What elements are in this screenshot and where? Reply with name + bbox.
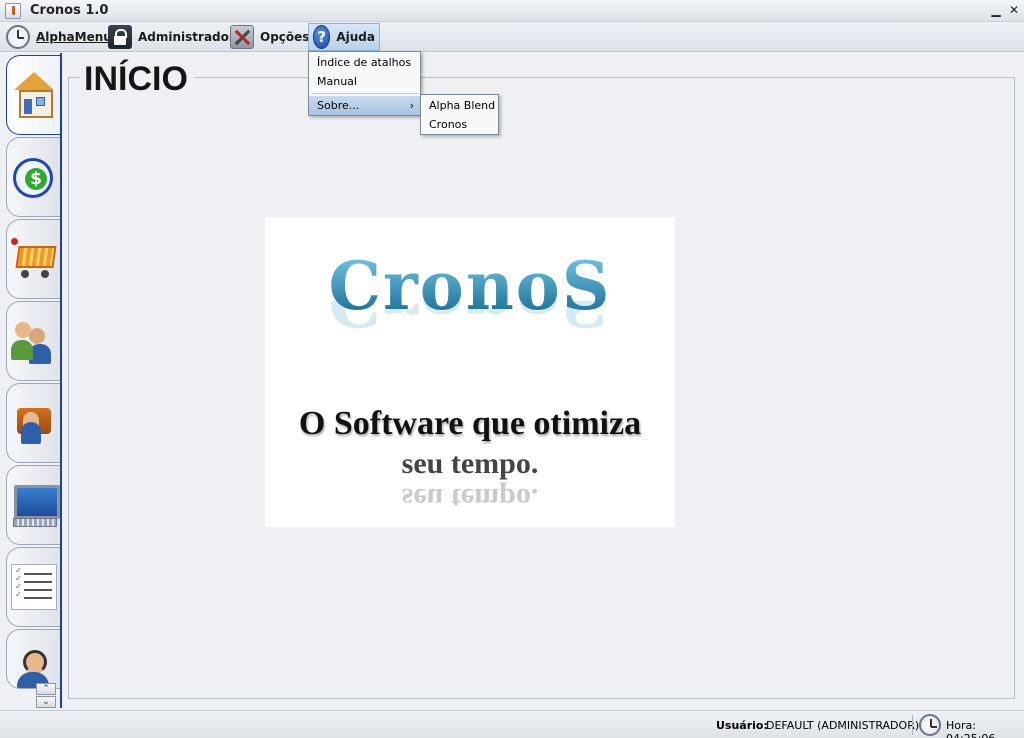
help-icon: ?: [313, 25, 331, 49]
module-tabs-panel: ⌃ ⌄: [0, 53, 62, 708]
menu-separator: [311, 93, 418, 94]
user-label: Usuário:: [716, 719, 768, 732]
menu-ajuda-label: Ajuda: [336, 30, 375, 44]
users-icon: [11, 318, 57, 364]
menu-opcoes[interactable]: Opções: [226, 23, 313, 51]
menu-item-alpha-blend[interactable]: Alpha Blend: [421, 96, 498, 115]
user-value: DEFAULT (ADMINISTRADOR): [766, 719, 920, 732]
about-submenu: Alpha Blend Cronos: [420, 94, 499, 135]
tab-home[interactable]: [6, 55, 60, 135]
tab-financeiro[interactable]: [6, 137, 60, 217]
menu-item-sobre-label: Sobre...: [317, 99, 360, 112]
title-bar: Cronos 1.0 ▁ ✕: [0, 0, 1024, 22]
tab-clientes[interactable]: [6, 301, 60, 381]
monitor-icon: [11, 482, 60, 528]
tab-tarefas[interactable]: [6, 547, 60, 627]
menu-item-indice-atalhos[interactable]: Índice de atalhos: [309, 53, 420, 72]
briefcase-user-icon: [11, 400, 57, 446]
menu-ajuda[interactable]: ? Ajuda: [308, 23, 380, 51]
menu-opcoes-label: Opções: [260, 30, 310, 44]
status-bar: Usuário: DEFAULT (ADMINISTRADOR) Hora: 0…: [0, 710, 1024, 738]
menu-alphamenu-label: AlphaMenu: [36, 30, 112, 44]
minimize-button[interactable]: ▁: [988, 2, 1004, 18]
clock-icon: [6, 25, 30, 49]
menu-item-cronos[interactable]: Cronos: [421, 115, 498, 134]
tabs-scroll-down-button[interactable]: ⌄: [36, 696, 56, 708]
money-icon: [13, 158, 53, 198]
slogan-reflection: seu tempo.: [401, 482, 539, 515]
lock-icon: [108, 25, 132, 49]
tab-funcionarios[interactable]: [6, 383, 60, 463]
menu-item-manual[interactable]: Manual: [309, 72, 420, 91]
slogan-line-1: O Software que otimiza: [298, 405, 642, 442]
cronos-logo-reflection: CronoS: [328, 301, 612, 341]
splash-image: CronoS CronoS O Software que otimiza seu…: [265, 217, 675, 527]
slogan-line-2: seu tempo.: [401, 447, 539, 480]
window-title: Cronos 1.0: [30, 3, 109, 18]
close-button[interactable]: ✕: [1006, 2, 1022, 18]
app-icon: [5, 3, 21, 19]
checklist-icon: [11, 564, 57, 610]
menu-administrador-label: Administrador: [138, 30, 235, 44]
shopping-cart-icon: [11, 236, 57, 282]
clock-time: Hora: 04:25:06: [946, 719, 995, 738]
menu-item-sobre[interactable]: Sobre... ›: [309, 96, 420, 115]
home-icon: [11, 72, 57, 118]
tabs-scroll-up-button[interactable]: ⌃: [36, 683, 56, 695]
tab-sistema[interactable]: [6, 465, 60, 545]
menu-administrador[interactable]: Administrador: [104, 23, 239, 51]
tab-vendas[interactable]: [6, 219, 60, 299]
menu-alphamenu[interactable]: AlphaMenu: [2, 23, 116, 51]
page-title: INÍCIO: [84, 60, 188, 98]
tools-icon: [230, 25, 254, 49]
tab-suporte[interactable]: [6, 629, 60, 689]
status-separator: [912, 715, 913, 735]
help-menu-dropdown: Índice de atalhos Manual Sobre... ›: [308, 51, 421, 116]
menu-bar: AlphaMenu Administrador Opções ? Ajuda: [0, 22, 1024, 52]
clock-icon: [919, 714, 941, 736]
submenu-arrow-icon: ›: [409, 99, 414, 112]
